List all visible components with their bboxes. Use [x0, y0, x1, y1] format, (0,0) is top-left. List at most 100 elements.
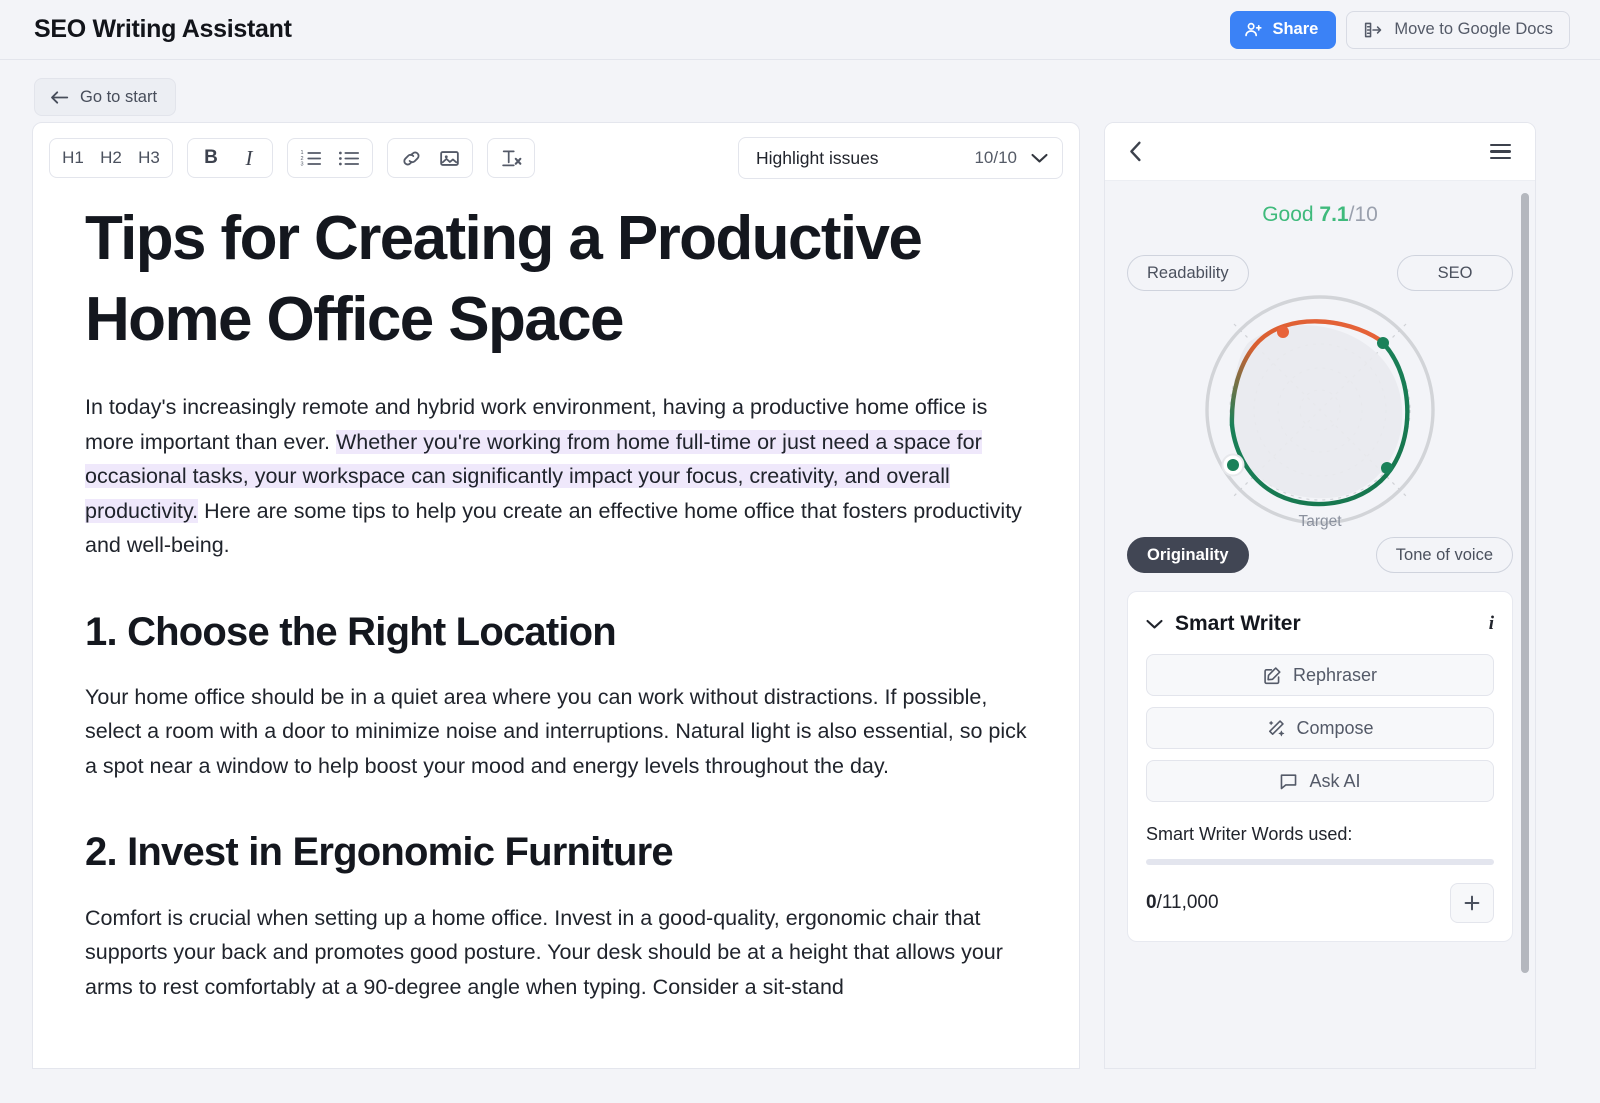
numbered-list-icon: 1 2 3: [300, 149, 322, 168]
panel-body: Good 7.1/10 Readability SEO Originality …: [1105, 181, 1535, 1068]
clear-formatting-icon: [500, 148, 522, 168]
chevron-down-icon: [1031, 153, 1048, 164]
words-used: 0: [1146, 892, 1157, 913]
editor-card: H1 H2 H3 B I: [32, 122, 1080, 1069]
go-to-start-label: Go to start: [80, 88, 157, 107]
chat-bubble-icon: [1279, 772, 1298, 791]
clear-formatting-button[interactable]: [492, 142, 530, 174]
go-to-start-button[interactable]: Go to start: [34, 78, 176, 116]
rephraser-button[interactable]: Rephraser: [1146, 654, 1494, 696]
compose-button[interactable]: Compose: [1146, 707, 1494, 749]
section-body-1: Your home office should be in a quiet ar…: [85, 680, 1027, 784]
move-to-google-docs-button[interactable]: Move to Google Docs: [1346, 11, 1570, 49]
share-button[interactable]: Share: [1230, 11, 1336, 49]
smart-writer-words-label: Smart Writer Words used:: [1146, 824, 1494, 845]
score-max: /10: [1349, 203, 1378, 226]
pencil-square-icon: [1263, 666, 1282, 685]
editor-toolbar: H1 H2 H3 B I: [33, 123, 1079, 193]
highlight-issues-label: Highlight issues: [756, 148, 879, 169]
document-editor[interactable]: Tips for Creating a Productive Home Offi…: [33, 193, 1079, 1068]
intro-text-after: Here are some tips to help you create an…: [85, 499, 1022, 558]
ask-ai-button[interactable]: Ask AI: [1146, 760, 1494, 802]
assistant-panel: Good 7.1/10 Readability SEO Originality …: [1104, 122, 1536, 1069]
clear-format-group: [487, 138, 535, 178]
h3-label: H3: [138, 148, 160, 168]
intro-paragraph: In today's increasingly remote and hybri…: [85, 390, 1027, 563]
top-bar: SEO Writing Assistant Share Move to Goog: [0, 0, 1600, 60]
bullet-list-icon: [338, 149, 360, 168]
rephraser-label: Rephraser: [1293, 665, 1377, 686]
ask-ai-label: Ask AI: [1309, 771, 1360, 792]
h2-label: H2: [100, 148, 122, 168]
radar-target-label: Target: [1298, 513, 1341, 531]
text-style-button-group: B I: [187, 138, 273, 178]
chevron-down-icon[interactable]: [1146, 619, 1163, 630]
h1-label: H1: [62, 148, 84, 168]
person-add-icon: [1244, 20, 1263, 39]
app-title: SEO Writing Assistant: [34, 15, 292, 44]
heading-2-button[interactable]: H2: [92, 142, 130, 174]
smart-writer-card: Smart Writer i Rephraser: [1127, 591, 1513, 942]
panel-scrollbar[interactable]: [1521, 193, 1529, 973]
metric-chip-seo-label: SEO: [1438, 264, 1473, 283]
italic-button[interactable]: I: [230, 142, 268, 174]
top-bar-actions: Share Move to Google Docs: [1230, 11, 1570, 49]
metric-chip-readability-label: Readability: [1147, 264, 1229, 283]
compose-label: Compose: [1296, 718, 1373, 739]
smart-writer-header: Smart Writer i: [1146, 612, 1494, 636]
move-to-docs-icon: [1363, 21, 1383, 39]
metric-chip-tone-of-voice[interactable]: Tone of voice: [1376, 537, 1513, 573]
info-icon[interactable]: i: [1489, 613, 1494, 635]
image-button[interactable]: [430, 142, 468, 174]
smart-writer-footer: 0/11,000: [1146, 883, 1494, 923]
smart-writer-progress-bar: [1146, 859, 1494, 865]
share-button-label: Share: [1272, 20, 1318, 39]
heading-button-group: H1 H2 H3: [49, 138, 173, 178]
highlight-issues-select[interactable]: Highlight issues 10/10: [738, 137, 1063, 179]
radar-point-readability: [1277, 326, 1289, 338]
radar-fill: [1232, 325, 1402, 498]
section-heading-1: 1. Choose the Right Location: [85, 607, 1027, 658]
score-label: Good: [1262, 203, 1313, 226]
radar-point-tone-of-voice: [1381, 462, 1393, 474]
smart-writer-title: Smart Writer: [1175, 612, 1301, 636]
metric-chip-originality-label: Originality: [1147, 546, 1229, 565]
list-button-group: 1 2 3: [287, 138, 373, 178]
section-body-2: Comfort is crucial when setting up a hom…: [85, 901, 1027, 1005]
arrow-left-icon: [50, 90, 69, 105]
smart-writer-word-count: 0/11,000: [1146, 892, 1219, 914]
heading-3-button[interactable]: H3: [130, 142, 168, 174]
magic-wand-icon: [1266, 719, 1285, 738]
move-to-docs-label: Move to Google Docs: [1394, 20, 1553, 39]
plus-icon: [1463, 894, 1481, 912]
section-heading-2: 2. Invest in Ergonomic Furniture: [85, 827, 1027, 878]
score-value: 7.1: [1319, 203, 1348, 226]
radar-point-originality: [1227, 459, 1239, 471]
panel-header: [1105, 123, 1535, 181]
metric-chip-originality[interactable]: Originality: [1127, 537, 1249, 573]
bullet-list-button[interactable]: [330, 142, 368, 174]
radar-chart: Readability SEO Originality Tone of voic…: [1127, 243, 1513, 573]
radar-point-seo: [1377, 337, 1389, 349]
bold-label: B: [204, 147, 218, 169]
italic-label: I: [246, 146, 253, 171]
bold-button[interactable]: B: [192, 142, 230, 174]
content-score: Good 7.1/10: [1127, 203, 1513, 227]
document-title: Tips for Creating a Productive Home Offi…: [85, 199, 1027, 360]
metric-chip-tone-of-voice-label: Tone of voice: [1396, 546, 1493, 565]
radar-chart-svg: [1195, 285, 1445, 535]
add-words-button[interactable]: [1450, 883, 1494, 923]
hamburger-menu-icon[interactable]: [1490, 144, 1511, 159]
highlight-issues-count: 10/10: [974, 148, 1017, 168]
link-button[interactable]: [392, 142, 430, 174]
main-layout: H1 H2 H3 B I: [0, 122, 1600, 1069]
chevron-left-icon[interactable]: [1129, 141, 1142, 162]
words-total: /11,000: [1157, 892, 1219, 913]
svg-text:3: 3: [300, 161, 303, 167]
image-icon: [439, 149, 460, 168]
heading-1-button[interactable]: H1: [54, 142, 92, 174]
sub-bar: Go to start: [0, 60, 1600, 122]
insert-button-group: [387, 138, 473, 178]
link-icon: [401, 149, 422, 168]
ordered-list-button[interactable]: 1 2 3: [292, 142, 330, 174]
